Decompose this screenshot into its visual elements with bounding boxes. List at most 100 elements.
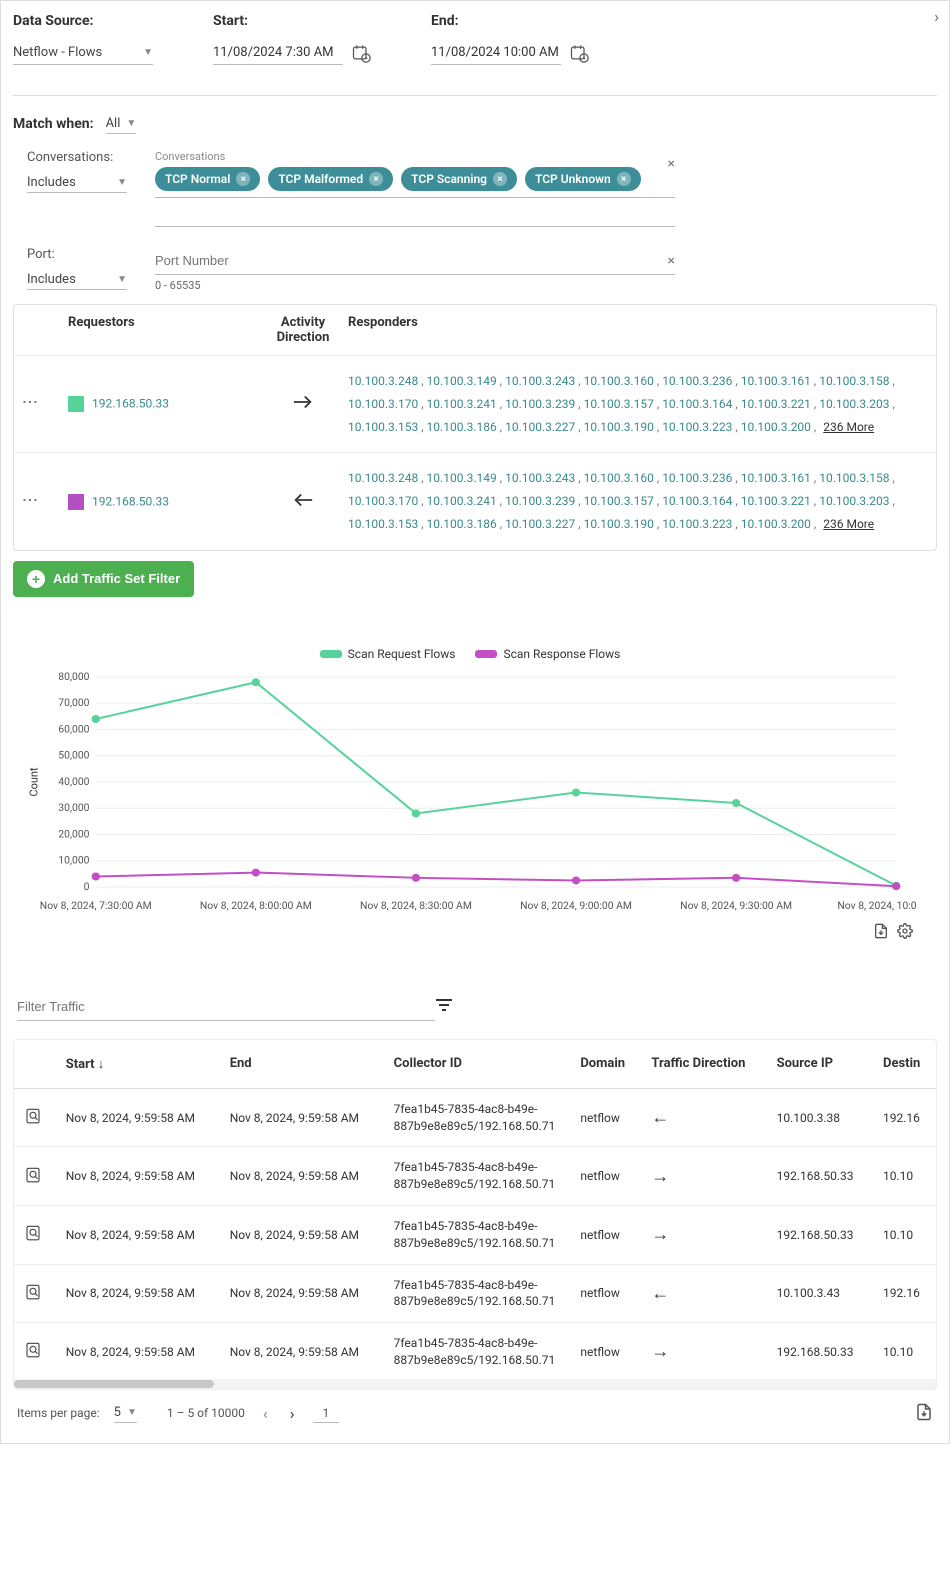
cell-source-ip: 192.168.50.33	[767, 1147, 873, 1206]
requestor-ip[interactable]: 192.168.50.33	[92, 494, 169, 508]
cell-start: Nov 8, 2024, 9:59:58 AM	[56, 1147, 220, 1206]
cell-dest-ip: 10.10	[873, 1323, 936, 1381]
column-header[interactable]: End	[220, 1040, 384, 1089]
column-header[interactable]: Collector ID	[384, 1040, 571, 1089]
conversation-chip[interactable]: TCP Normal×	[155, 167, 260, 191]
more-responders-link[interactable]: 236 More	[823, 517, 874, 531]
export-chart-icon[interactable]	[873, 923, 889, 943]
calendar-clock-icon[interactable]	[569, 43, 589, 63]
svg-text:20,000: 20,000	[58, 829, 89, 840]
column-header[interactable]: Domain	[570, 1040, 641, 1089]
port-label: Port:	[27, 247, 137, 262]
cell-dest-ip: 10.10	[873, 1205, 936, 1264]
more-responders-link[interactable]: 236 More	[823, 420, 874, 434]
caret-down-icon: ▼	[117, 177, 127, 188]
cell-source-ip: 10.100.3.38	[767, 1088, 873, 1147]
cell-source-ip: 10.100.3.43	[767, 1264, 873, 1323]
cell-direction: →	[641, 1205, 766, 1264]
svg-text:70,000: 70,000	[58, 698, 89, 709]
conversations-chips[interactable]: TCP Normal× TCP Malformed× TCP Scanning× TC…	[155, 167, 675, 198]
chip-remove-icon[interactable]: ×	[617, 172, 631, 186]
end-datetime[interactable]: 11/08/2024 10:00 AM	[431, 41, 561, 65]
inspect-icon[interactable]	[24, 1166, 42, 1184]
conversations-op-select[interactable]: Includes ▼	[27, 173, 127, 193]
prev-page-button[interactable]: ‹	[259, 1400, 272, 1427]
clear-port-icon[interactable]: ×	[668, 253, 675, 269]
match-mode-select[interactable]: All ▼	[106, 114, 137, 134]
collapse-chevron-icon[interactable]: ›	[934, 7, 939, 26]
cell-collector: 7fea1b45-7835-4ac8-b49e-887b9e8e89c5/192…	[384, 1088, 571, 1147]
svg-text:0: 0	[84, 882, 90, 893]
add-traffic-set-button[interactable]: + Add Traffic Set Filter	[13, 561, 194, 597]
column-header[interactable]: Source IP	[767, 1040, 873, 1089]
start-datetime[interactable]: 11/08/2024 7:30 AM	[213, 41, 343, 65]
column-header[interactable]: Destin	[873, 1040, 936, 1089]
svg-text:80,000: 80,000	[58, 672, 89, 683]
page-number[interactable]: 1	[313, 1404, 340, 1423]
col-direction: Activity Direction	[258, 315, 348, 345]
svg-text:Nov 8, 2024, 7:30:00 AM: Nov 8, 2024, 7:30:00 AM	[40, 901, 152, 912]
conversation-chip[interactable]: TCP Unknown×	[525, 167, 641, 191]
row-menu-icon[interactable]: ⋮	[28, 394, 32, 410]
conversations-hint: Conversations	[155, 150, 675, 163]
column-header[interactable]: Traffic Direction	[641, 1040, 766, 1089]
cell-dest-ip: 10.10	[873, 1147, 936, 1206]
filter-icon[interactable]	[435, 997, 453, 1016]
cell-end: Nov 8, 2024, 9:59:58 AM	[220, 1323, 384, 1381]
cell-collector: 7fea1b45-7835-4ac8-b49e-887b9e8e89c5/192…	[384, 1147, 571, 1206]
column-header[interactable]	[14, 1040, 56, 1089]
table-row: Nov 8, 2024, 9:59:58 AM Nov 8, 2024, 9:5…	[14, 1147, 936, 1206]
chip-remove-icon[interactable]: ×	[369, 172, 383, 186]
port-op-select[interactable]: Includes ▼	[27, 270, 127, 290]
inspect-icon[interactable]	[24, 1107, 42, 1125]
filter-traffic-input[interactable]	[17, 993, 435, 1021]
conversations-label: Conversations:	[27, 150, 137, 165]
chip-remove-icon[interactable]: ×	[493, 172, 507, 186]
flow-chart: Scan Request FlowsScan Response Flows 01…	[13, 637, 937, 953]
legend-item[interactable]: Scan Response Flows	[475, 647, 620, 661]
col-responders: Responders	[348, 315, 922, 345]
cell-start: Nov 8, 2024, 9:59:58 AM	[56, 1088, 220, 1147]
clear-conversations-icon[interactable]: ×	[668, 156, 675, 172]
svg-text:Count: Count	[27, 767, 40, 796]
svg-text:60,000: 60,000	[58, 724, 89, 735]
row-menu-icon[interactable]: ⋮	[28, 492, 32, 508]
horizontal-scrollbar[interactable]	[14, 1379, 936, 1389]
port-input[interactable]	[155, 247, 675, 275]
cell-start: Nov 8, 2024, 9:59:58 AM	[56, 1205, 220, 1264]
cell-end: Nov 8, 2024, 9:59:58 AM	[220, 1205, 384, 1264]
svg-text:50,000: 50,000	[58, 751, 89, 762]
conversation-chip[interactable]: TCP Malformed×	[268, 167, 393, 191]
gear-icon[interactable]	[897, 923, 913, 943]
cell-source-ip: 192.168.50.33	[767, 1205, 873, 1264]
next-page-button[interactable]: ›	[286, 1400, 299, 1427]
flow-records-table: Start ↓EndCollector IDDomainTraffic Dire…	[14, 1040, 936, 1381]
legend-item[interactable]: Scan Request Flows	[320, 647, 456, 661]
conversation-chip[interactable]: TCP Scanning×	[401, 167, 517, 191]
export-table-icon[interactable]	[915, 1403, 933, 1424]
series-color-swatch	[68, 494, 84, 510]
inspect-icon[interactable]	[24, 1224, 42, 1242]
svg-text:Nov 8, 2024, 8:00:00 AM: Nov 8, 2024, 8:00:00 AM	[200, 901, 312, 912]
table-row: Nov 8, 2024, 9:59:58 AM Nov 8, 2024, 9:5…	[14, 1205, 936, 1264]
data-source-label: Data Source:	[13, 13, 153, 29]
caret-down-icon: ▼	[126, 118, 136, 129]
traffic-set-table: Requestors Activity Direction Responders…	[13, 304, 937, 551]
svg-text:Nov 8, 2024, 10:00:00 AM: Nov 8, 2024, 10:00:00 AM	[837, 901, 917, 912]
column-header[interactable]: Start ↓	[56, 1040, 220, 1089]
svg-text:Nov 8, 2024, 9:30:00 AM: Nov 8, 2024, 9:30:00 AM	[680, 901, 792, 912]
chip-remove-icon[interactable]: ×	[236, 172, 250, 186]
direction-arrow-icon	[258, 393, 348, 415]
requestor-ip[interactable]: 192.168.50.33	[92, 397, 169, 411]
data-source-select[interactable]: Netflow - Flows ▼	[13, 41, 153, 65]
caret-down-icon: ▼	[117, 274, 127, 285]
inspect-icon[interactable]	[24, 1341, 42, 1359]
calendar-clock-icon[interactable]	[351, 43, 371, 63]
cell-domain: netflow	[570, 1264, 641, 1323]
table-row: Nov 8, 2024, 9:59:58 AM Nov 8, 2024, 9:5…	[14, 1323, 936, 1381]
cell-domain: netflow	[570, 1147, 641, 1206]
cell-direction: →	[641, 1323, 766, 1381]
cell-start: Nov 8, 2024, 9:59:58 AM	[56, 1323, 220, 1381]
inspect-icon[interactable]	[24, 1283, 42, 1301]
items-per-page-select[interactable]: 5 ▼	[114, 1403, 137, 1423]
